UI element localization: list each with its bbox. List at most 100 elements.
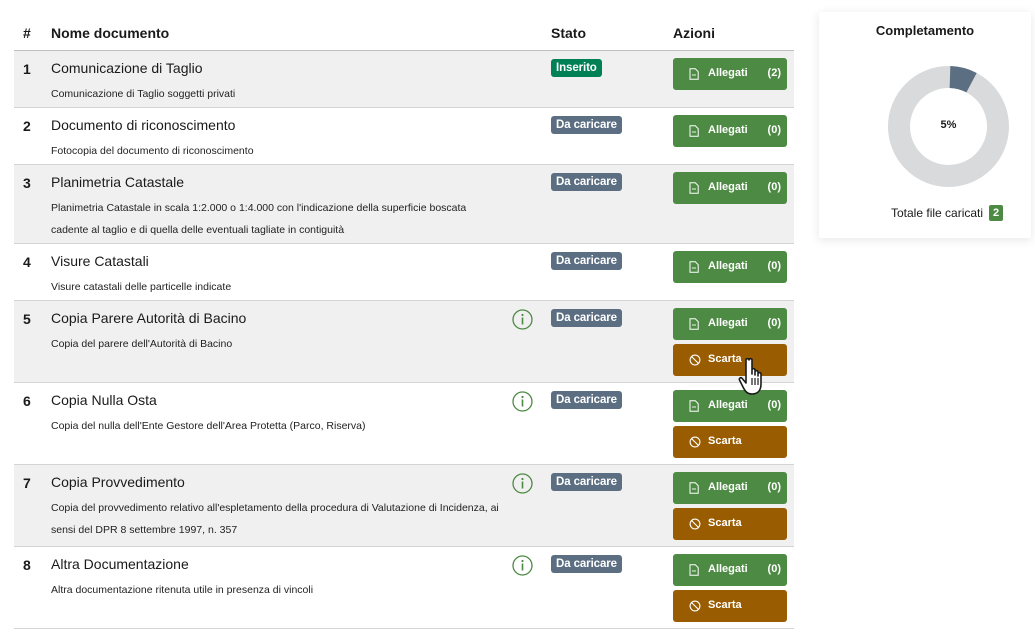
ban-icon-slash [691, 356, 699, 364]
document-title: Documento di riconoscimento [51, 117, 236, 133]
info-icon[interactable] [512, 555, 533, 576]
info-icon-dot [521, 559, 524, 563]
table-row: 2 Documento di riconoscimento Fotocopia de… [14, 108, 794, 165]
document-description: Comunicazione di Taglio soggetti privati [51, 88, 236, 100]
row-number: 4 [23, 254, 31, 270]
allegati-label: Allegati [708, 563, 748, 575]
document-icon-outline [689, 482, 699, 494]
table-row: 1 Comunicazione di Taglio Comunicazione di… [14, 51, 794, 108]
allegati-label: Allegati [708, 67, 748, 79]
document-icon-outline [689, 400, 699, 412]
document-icon-outline [689, 564, 699, 576]
document-title: Visure Catastali [51, 253, 149, 269]
document-description: Copia del parere dell'Autorità di Bacino [51, 338, 233, 350]
document-icon-outline [689, 261, 699, 273]
status-badge: Da caricare [551, 173, 622, 191]
documents-table: # Nome documento Stato Azioni 1 Comunicaz… [14, 14, 794, 629]
status-badge: Da caricare [551, 252, 622, 270]
table-row: 6 Copia Nulla Osta Copia del nulla dell'En… [14, 383, 794, 465]
info-icon[interactable] [512, 473, 533, 494]
completion-title: Completamento [875, 23, 975, 38]
row-number: 3 [23, 175, 31, 191]
allegati-button[interactable]: Allegati (0) [673, 554, 787, 586]
ban-icon [689, 600, 701, 612]
allegati-button[interactable]: Allegati (0) [673, 308, 787, 340]
allegati-count: (0) [767, 260, 781, 272]
scarta-button[interactable]: Scarta [673, 426, 787, 458]
document-icon [689, 182, 699, 194]
document-icon [689, 400, 699, 412]
info-icon-stem [521, 563, 524, 571]
header-document-name: Nome documento [51, 25, 170, 41]
allegati-count: (0) [767, 399, 781, 411]
status-badge: Da caricare [551, 555, 622, 573]
table-row: 8 Altra Documentazione Altra documentazion… [14, 547, 794, 629]
document-icon-outline [689, 68, 699, 80]
scarta-button[interactable]: Scarta [673, 508, 787, 540]
header-number: # [23, 25, 31, 41]
completion-percent: 5% [940, 119, 957, 131]
status-badge: Da caricare [551, 391, 622, 409]
row-number: 7 [23, 475, 31, 491]
document-title: Altra Documentazione [51, 556, 189, 572]
info-icon-stem [521, 317, 524, 325]
document-icon [689, 318, 699, 330]
status-badge: Da caricare [551, 309, 622, 327]
total-files-count-badge: 2 [989, 205, 1004, 221]
allegati-button[interactable]: Allegati (0) [673, 172, 787, 204]
allegati-button[interactable]: Allegati (0) [673, 251, 787, 283]
document-icon-outline [689, 318, 699, 330]
allegati-label: Allegati [708, 481, 748, 493]
scarta-button[interactable]: Scarta [673, 590, 787, 622]
ban-icon-slash [691, 520, 699, 528]
info-icon[interactable] [512, 309, 533, 330]
table-row: 5 Copia Parere Autorità di Bacino Copia de… [14, 301, 794, 383]
document-description: Visure catastali delle particelle indica… [51, 281, 232, 293]
document-icon [689, 564, 699, 576]
scarta-label: Scarta [708, 599, 742, 611]
document-icon-outline [689, 182, 699, 194]
row-number: 2 [23, 118, 31, 134]
status-badge: Da caricare [551, 116, 622, 134]
allegati-label: Allegati [708, 317, 748, 329]
document-title: Copia Provvedimento [51, 474, 185, 490]
row-number: 8 [23, 557, 31, 573]
ban-icon [689, 518, 701, 530]
header-status: Stato [551, 25, 586, 41]
header-actions: Azioni [673, 25, 715, 41]
row-number: 6 [23, 393, 31, 409]
table-body: 1 Comunicazione di Taglio Comunicazione di… [14, 51, 794, 629]
allegati-button[interactable]: Allegati (2) [673, 58, 787, 90]
document-title: Copia Nulla Osta [51, 392, 157, 408]
table-row: 7 Copia Provvedimento Copia del provvedime… [14, 465, 794, 547]
total-files-row: Totale file caricati 2 [891, 205, 1004, 221]
allegati-label: Allegati [708, 399, 748, 411]
document-description: Planimetria Catastale in scala 1:2.000 o… [51, 202, 467, 236]
scarta-label: Scarta [708, 435, 742, 447]
total-files-label: Totale file caricati [891, 206, 984, 220]
allegati-count: (2) [767, 67, 781, 79]
status-badge: Inserito [551, 59, 602, 77]
allegati-button[interactable]: Allegati (0) [673, 115, 787, 147]
allegati-count: (0) [767, 124, 781, 136]
document-title: Comunicazione di Taglio [51, 60, 203, 76]
document-title: Copia Parere Autorità di Bacino [51, 310, 247, 326]
info-icon[interactable] [512, 391, 533, 412]
ban-icon [689, 354, 701, 366]
hand-pointer-cursor-icon [738, 357, 762, 395]
allegati-label: Allegati [708, 260, 748, 272]
allegati-count: (0) [767, 181, 781, 193]
scarta-label: Scarta [708, 517, 742, 529]
allegati-count: (0) [767, 481, 781, 493]
status-badge: Da caricare [551, 473, 622, 491]
document-description: Altra documentazione ritenuta utile in p… [51, 584, 314, 596]
document-description: Copia del nulla dell'Ente Gestore dell'A… [51, 420, 366, 432]
table-header: # Nome documento Stato Azioni [14, 14, 794, 51]
document-description: Fotocopia del documento di riconosciment… [51, 145, 254, 157]
document-title: Planimetria Catastale [51, 174, 185, 190]
row-number: 5 [23, 311, 31, 327]
ban-icon-slash [691, 602, 699, 610]
allegati-label: Allegati [708, 181, 748, 193]
allegati-button[interactable]: Allegati (0) [673, 472, 787, 504]
row-number: 1 [23, 61, 31, 77]
